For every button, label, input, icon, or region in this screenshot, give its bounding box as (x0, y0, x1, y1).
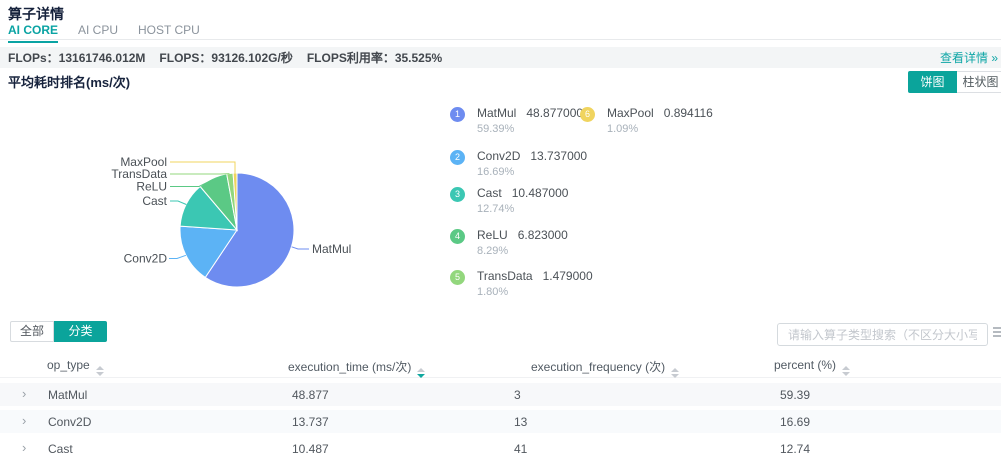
cell-op-type: Cast (48, 442, 73, 456)
sort-icon (842, 366, 850, 376)
pie-label-relu: ReLU (136, 180, 167, 194)
cell-execution-frequency: 3 (514, 388, 521, 402)
cell-percent: 16.69 (780, 415, 810, 429)
column-settings-icon[interactable] (993, 327, 1001, 341)
bar-view-button[interactable]: 柱状图 (957, 71, 1001, 93)
legend-value: 0.894116 (664, 106, 713, 120)
row-expand-icon[interactable]: › (22, 441, 26, 455)
chart-section-title: 平均耗时排名(ms/次) (8, 72, 130, 91)
legend-rank-badge: 6 (580, 107, 595, 122)
table-row-cast: › Cast 10.487 41 12.74 (0, 437, 1001, 464)
pie-leader-line-cast (170, 201, 186, 205)
legend-percent: 59.39% (477, 123, 583, 135)
cell-execution-time: 48.877 (292, 388, 329, 402)
column-header-label: op_type (47, 358, 90, 372)
cell-percent: 12.74 (780, 442, 810, 456)
table-header: op_type execution_time (ms/次) execution_… (0, 352, 1001, 378)
column-header-op-type[interactable]: op_type (47, 358, 104, 376)
legend-percent: 8.29% (477, 245, 568, 257)
column-header-label: percent (%) (774, 358, 836, 372)
pie-leader-line-conv2d (169, 255, 186, 258)
cell-op-type: MatMul (48, 388, 87, 402)
legend-value: 48.877000 (526, 106, 583, 120)
column-header-label: execution_time (ms/次) (288, 360, 411, 374)
legend-percent: 1.09% (607, 123, 713, 135)
pie-leader-line-maxpool (170, 162, 235, 174)
sort-icon (96, 366, 104, 376)
legend-value: 13.737000 (530, 149, 587, 163)
column-header-percent[interactable]: percent (%) (774, 358, 850, 376)
table-row-conv2d: › Conv2D 13.737 13 16.69 (0, 410, 1001, 433)
legend-name: MaxPool (607, 106, 654, 120)
legend-rank-badge: 1 (450, 107, 465, 122)
tab-bar: AI CORE AI CPU HOST CPU (0, 21, 1001, 40)
legend-item-matmul[interactable]: 1 MatMul 48.877000 59.39% (450, 106, 583, 135)
legend-name: MatMul (477, 106, 516, 120)
legend-item-transdata[interactable]: 5 TransData 1.479000 1.80% (450, 269, 593, 298)
legend-rank-badge: 5 (450, 270, 465, 285)
legend-item-maxpool[interactable]: 6 MaxPool 0.894116 1.09% (580, 106, 713, 135)
pie-label-cast: Cast (142, 194, 167, 208)
legend-name: Cast (477, 186, 502, 200)
flops-total: FLOPs：13161746.012M (8, 49, 145, 66)
row-expand-icon[interactable]: › (22, 414, 26, 428)
operator-search-input[interactable] (777, 323, 988, 346)
cell-execution-frequency: 41 (514, 442, 527, 456)
legend-rank-badge: 2 (450, 150, 465, 165)
legend-percent: 1.80% (477, 286, 593, 298)
cell-percent: 59.39 (780, 388, 810, 402)
tab-ai-core[interactable]: AI CORE (8, 23, 58, 43)
cell-execution-time: 13.737 (292, 415, 329, 429)
pie-label-matmul: MatMul (312, 242, 351, 256)
flops-per-second: FLOPS：93126.102G/秒 (159, 49, 292, 66)
legend-name: TransData (477, 269, 533, 283)
legend-percent: 12.74% (477, 203, 568, 215)
legend-item-cast[interactable]: 3 Cast 10.487000 12.74% (450, 186, 568, 215)
column-header-execution-time[interactable]: execution_time (ms/次) (288, 358, 425, 378)
sort-desc-icon (417, 368, 425, 378)
sort-icon (671, 368, 679, 378)
column-header-label: execution_frequency (次) (531, 360, 665, 374)
cell-execution-frequency: 13 (514, 415, 527, 429)
row-expand-icon[interactable]: › (22, 387, 26, 401)
pie-view-button[interactable]: 饼图 (908, 71, 957, 93)
pie-leader-line-matmul (292, 247, 309, 249)
tab-host-cpu[interactable]: HOST CPU (138, 23, 200, 41)
pie-label-conv2d: Conv2D (124, 252, 168, 266)
view-details-link[interactable]: 查看详情 » (940, 49, 998, 66)
legend-percent: 16.69% (477, 166, 587, 178)
legend-value: 6.823000 (518, 228, 568, 242)
flops-utilization: FLOPS利用率：35.525% (307, 49, 442, 66)
legend-rank-badge: 4 (450, 229, 465, 244)
table-row-matmul: › MatMul 48.877 3 59.39 (0, 383, 1001, 406)
legend-item-conv2d[interactable]: 2 Conv2D 13.737000 16.69% (450, 149, 587, 178)
tab-ai-cpu[interactable]: AI CPU (78, 23, 118, 41)
cell-op-type: Conv2D (48, 415, 91, 429)
cell-execution-time: 10.487 (292, 442, 329, 456)
filter-category-button[interactable]: 分类 (54, 321, 107, 342)
pie-chart: MaxPool TransData ReLU Cast Conv2D MatMu… (0, 95, 420, 330)
legend-name: Conv2D (477, 149, 520, 163)
legend-name: ReLU (477, 228, 508, 242)
legend-rank-badge: 3 (450, 187, 465, 202)
legend-value: 1.479000 (543, 269, 593, 283)
column-header-execution-frequency[interactable]: execution_frequency (次) (531, 358, 679, 378)
filter-all-button[interactable]: 全部 (10, 321, 54, 342)
flops-summary-bar: FLOPs：13161746.012M FLOPS：93126.102G/秒 F… (0, 47, 1001, 68)
legend-value: 10.487000 (512, 186, 569, 200)
legend-item-relu[interactable]: 4 ReLU 6.823000 8.29% (450, 228, 568, 257)
